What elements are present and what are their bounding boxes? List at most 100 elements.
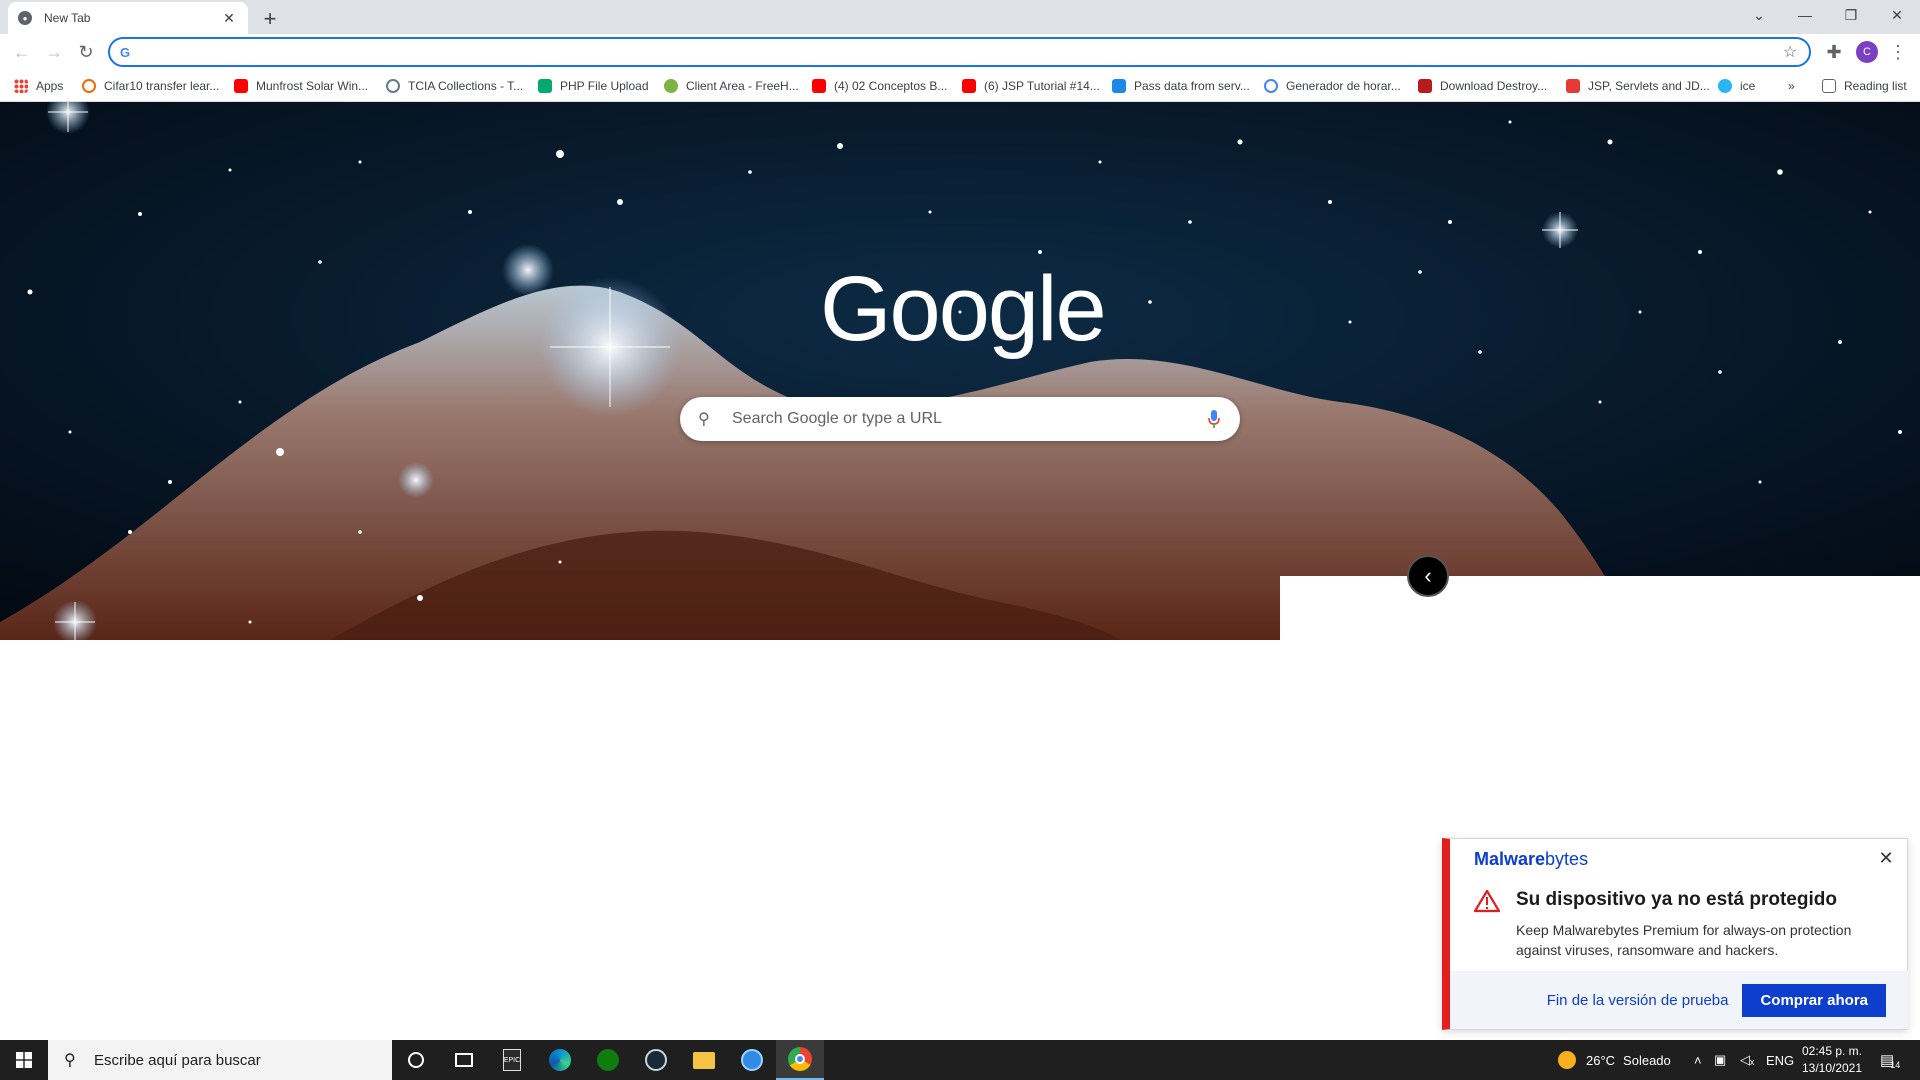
tab-title: New Tab bbox=[44, 11, 91, 25]
trial-ended-link[interactable]: Fin de la versión de prueba bbox=[1547, 992, 1729, 1009]
menu-kebab-icon[interactable]: ⋮ bbox=[1884, 38, 1912, 66]
epic-games-icon[interactable]: EPIC bbox=[488, 1040, 536, 1080]
show-hidden-icons-chevron-icon[interactable]: ˄ bbox=[1694, 1040, 1702, 1080]
brand-rest: bytes bbox=[1545, 849, 1589, 869]
bookmark-item[interactable]: Pass data from serv... bbox=[1112, 76, 1250, 96]
xbox-icon[interactable] bbox=[584, 1040, 632, 1080]
brand-bold: Malware bbox=[1474, 849, 1546, 869]
freehosting-icon bbox=[664, 79, 678, 93]
bookmark-item[interactable]: Generador de horar... bbox=[1264, 76, 1401, 96]
notification-footer: Fin de la versión de prueba Comprar ahor… bbox=[1450, 971, 1908, 1029]
tab-search-chevron-icon[interactable]: ⌄ bbox=[1736, 0, 1782, 30]
reading-list-icon bbox=[1822, 79, 1836, 93]
taskbar-search-box[interactable]: ⚲ Escribe aquí para buscar bbox=[48, 1040, 392, 1080]
chrome-icon[interactable] bbox=[776, 1040, 824, 1080]
w3schools-icon bbox=[538, 79, 552, 93]
bookmark-label: JSP, Servlets and JD... bbox=[1588, 79, 1710, 93]
weather-temperature: 26°C bbox=[1586, 1052, 1616, 1068]
action-center-button[interactable]: ▤ 14 bbox=[1880, 1040, 1900, 1080]
bookmark-item[interactable]: Munfrost Solar Win... bbox=[234, 76, 368, 96]
back-button[interactable]: ← bbox=[8, 38, 36, 66]
close-window-button[interactable]: ✕ bbox=[1874, 0, 1920, 30]
pg-icon bbox=[1112, 79, 1126, 93]
bookmark-item[interactable]: (4) 02 Conceptos B... bbox=[812, 76, 947, 96]
address-bar[interactable]: G ☆ bbox=[108, 37, 1811, 67]
tensorflow-icon bbox=[82, 79, 96, 93]
bookmark-star-icon[interactable]: ☆ bbox=[1777, 39, 1803, 65]
apps-grid-icon bbox=[14, 79, 28, 93]
more-bookmarks-chevron-icon[interactable]: » bbox=[1788, 76, 1795, 96]
reading-list-button[interactable]: Reading list bbox=[1822, 76, 1907, 96]
edge-icon[interactable] bbox=[536, 1040, 584, 1080]
language-indicator[interactable]: ENG bbox=[1766, 1040, 1794, 1080]
steam-icon[interactable] bbox=[632, 1040, 680, 1080]
screen: ● New Tab ✕ + ⌄ — ❐ ✕ ← → ↻ G ☆ ✚ C ⋮ Ap… bbox=[0, 0, 1920, 1080]
destroy-icon bbox=[1418, 79, 1432, 93]
clock-date: 13/10/2021 bbox=[1801, 1061, 1863, 1075]
youtube-icon bbox=[812, 79, 826, 93]
volume-muted-icon[interactable]: ◁ₓ bbox=[1740, 1040, 1754, 1080]
bookmark-item[interactable]: TCIA Collections - T... bbox=[386, 76, 523, 96]
bookmark-apps[interactable]: Apps bbox=[14, 76, 63, 96]
extensions-puzzle-icon[interactable]: ✚ bbox=[1820, 38, 1848, 66]
bookmark-label: (6) JSP Tutorial #14... bbox=[984, 79, 1100, 93]
bookmark-item[interactable]: JSP, Servlets and JD... bbox=[1566, 76, 1710, 96]
bookmark-item[interactable]: ice bbox=[1718, 76, 1755, 96]
bookmark-item[interactable]: PHP File Upload bbox=[538, 76, 649, 96]
address-input[interactable] bbox=[138, 40, 1777, 64]
bookmark-item[interactable]: Download Destroy... bbox=[1418, 76, 1547, 96]
task-view-icon[interactable] bbox=[440, 1040, 488, 1080]
bookmark-item[interactable]: Client Area - FreeH... bbox=[664, 76, 799, 96]
microphone-icon[interactable] bbox=[1206, 408, 1222, 430]
warning-triangle-icon bbox=[1474, 889, 1500, 913]
profile-avatar[interactable]: C bbox=[1856, 41, 1878, 63]
bookmark-label: PHP File Upload bbox=[560, 79, 649, 93]
network-icon[interactable]: ▣ bbox=[1714, 1040, 1726, 1080]
weather-widget[interactable]: 26°C Soleado bbox=[1558, 1040, 1671, 1080]
google-logo: Google bbox=[820, 258, 1107, 360]
close-tab-icon[interactable]: ✕ bbox=[220, 9, 238, 27]
bookmark-label: Apps bbox=[36, 79, 64, 93]
notification-headline: Su dispositivo ya no está protegido bbox=[1516, 889, 1837, 910]
youtube-icon bbox=[962, 79, 976, 93]
system-clock[interactable]: 02:45 p. m. 13/10/2021 bbox=[1796, 1043, 1868, 1077]
bookmark-label: TCIA Collections - T... bbox=[408, 79, 524, 93]
buy-now-button[interactable]: Comprar ahora bbox=[1742, 983, 1886, 1017]
bookmark-label: Cifar10 transfer lear... bbox=[104, 79, 220, 93]
bookmark-label: ice bbox=[1740, 79, 1756, 93]
tab-strip: ● New Tab ✕ + ⌄ — ❐ ✕ bbox=[0, 0, 1920, 34]
google-g-icon: G bbox=[120, 44, 131, 60]
g-icon bbox=[1264, 79, 1278, 93]
bookmarks-bar: Apps Cifar10 transfer lear... Munfrost S… bbox=[0, 70, 1920, 102]
new-tab-button[interactable]: + bbox=[256, 5, 284, 33]
bookmark-label: Munfrost Solar Win... bbox=[256, 79, 369, 93]
forward-button[interactable]: → bbox=[40, 38, 68, 66]
new-tab-background-nebula bbox=[0, 102, 1920, 640]
file-explorer-icon[interactable] bbox=[680, 1040, 728, 1080]
taskbar-search-placeholder: Escribe aquí para buscar bbox=[94, 1051, 261, 1069]
malwarebytes-notification: Malwarebytes ✕ Su dispositivo ya no está… bbox=[1442, 838, 1908, 1030]
app-blue-circle-icon[interactable] bbox=[728, 1040, 776, 1080]
bookmark-item[interactable]: (6) JSP Tutorial #14... bbox=[962, 76, 1100, 96]
tcia-icon bbox=[386, 79, 400, 93]
search-placeholder: Search Google or type a URL bbox=[732, 410, 942, 427]
weather-condition: Soleado bbox=[1623, 1052, 1671, 1068]
minimize-button[interactable]: — bbox=[1782, 0, 1828, 30]
bookmark-label: Client Area - FreeH... bbox=[686, 79, 799, 93]
windows-start-button[interactable] bbox=[0, 1040, 48, 1080]
bookmark-label: (4) 02 Conceptos B... bbox=[834, 79, 948, 93]
bookmark-label: Pass data from serv... bbox=[1134, 79, 1250, 93]
bookmark-item[interactable]: Cifar10 transfer lear... bbox=[82, 76, 219, 96]
reload-button[interactable]: ↻ bbox=[72, 38, 100, 66]
restore-button[interactable]: ❐ bbox=[1828, 0, 1874, 30]
customize-collapse-chevron-left-icon[interactable]: ‹ bbox=[1407, 555, 1449, 597]
microphone-glyph bbox=[1208, 410, 1220, 428]
search-icon: ⚲ bbox=[64, 1052, 76, 1069]
notification-count: 14 bbox=[1890, 1060, 1901, 1070]
cortana-icon[interactable] bbox=[392, 1040, 440, 1080]
close-notification-icon[interactable]: ✕ bbox=[1875, 847, 1897, 869]
bookmark-label: Download Destroy... bbox=[1440, 79, 1548, 93]
google-search-box[interactable]: ⚲ Search Google or type a URL bbox=[680, 397, 1240, 441]
windows-taskbar: ⚲ Escribe aquí para buscar EPIC 26°C Sol… bbox=[0, 1040, 1920, 1080]
tab-new-tab[interactable]: ● New Tab ✕ bbox=[8, 2, 248, 34]
